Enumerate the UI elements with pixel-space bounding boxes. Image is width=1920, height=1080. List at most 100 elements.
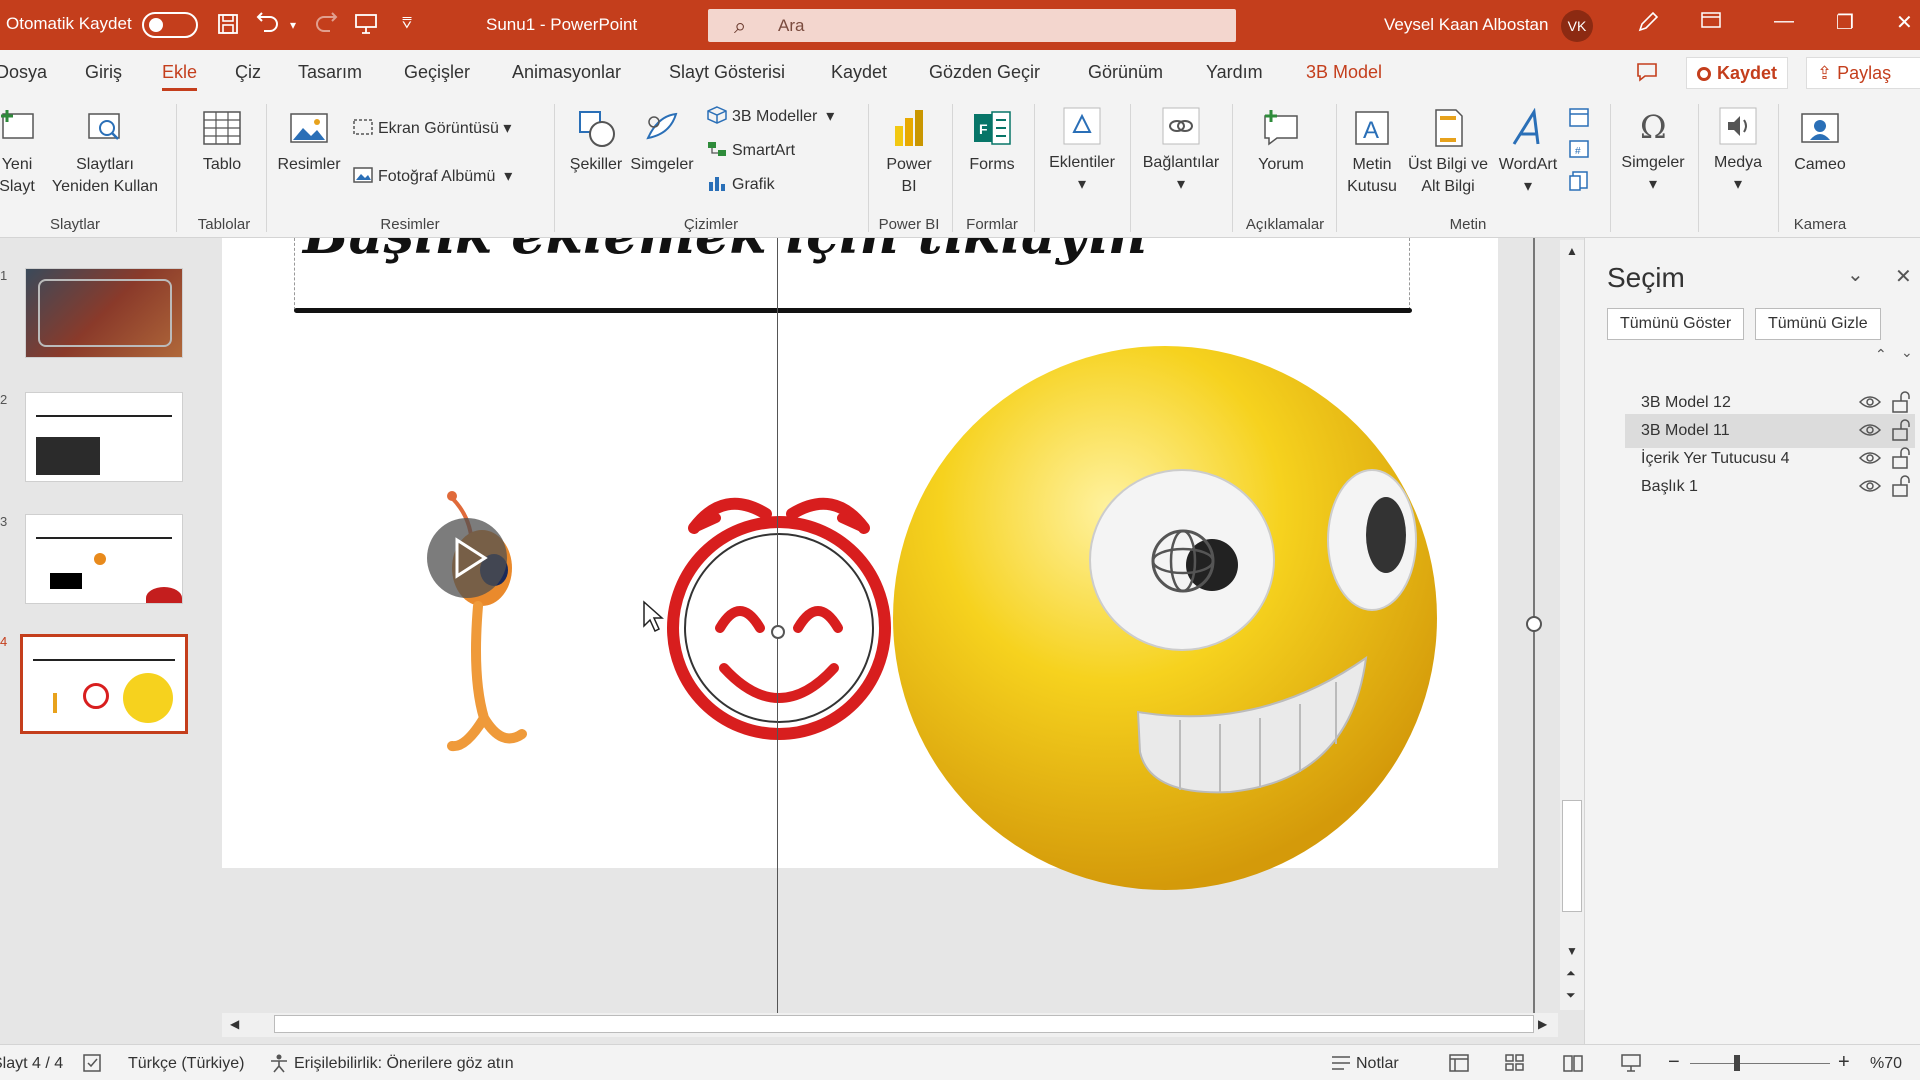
close-icon[interactable]: ✕ (1896, 10, 1913, 35)
chart-button[interactable]: Grafik (706, 174, 775, 194)
tab-insert[interactable]: Ekle (162, 62, 198, 91)
zoom-slider-thumb[interactable] (1734, 1055, 1740, 1071)
comment-button[interactable]: Yorum (1248, 108, 1314, 176)
undo-dropdown-icon[interactable]: ▾ (290, 18, 296, 32)
tab-review[interactable]: Gözden Geçir (929, 62, 1040, 83)
unlock-icon[interactable] (1891, 391, 1911, 413)
power-bi-button[interactable]: Power BI (878, 108, 940, 198)
tab-animations[interactable]: Animasyonlar (512, 62, 621, 83)
tab-slideshow[interactable]: Slayt Gösterisi (669, 62, 785, 83)
restore-icon[interactable]: ❐ (1836, 10, 1854, 35)
slide-sorter-icon[interactable] (1504, 1053, 1526, 1078)
shapes-button[interactable]: Şekiller (566, 108, 626, 176)
forms-button[interactable]: F Forms (962, 108, 1022, 176)
media-button[interactable]: Medya ▾ (1706, 106, 1770, 196)
slide-thumbnail-2[interactable] (25, 392, 183, 482)
3d-models-button[interactable]: 3B Modeller ▾ (706, 106, 834, 126)
normal-view-icon[interactable] (1448, 1053, 1470, 1078)
language-indicator[interactable]: Türkçe (Türkiye) (128, 1055, 244, 1073)
notes-button[interactable]: Notlar (1356, 1055, 1399, 1073)
autosave-toggle[interactable] (142, 12, 198, 38)
object-icon[interactable] (1568, 170, 1590, 197)
save-icon[interactable] (216, 12, 240, 42)
record-button[interactable]: Kaydet (1686, 57, 1789, 89)
photo-album-button[interactable]: Fotoğraf Albümü ▾ (352, 166, 512, 186)
cameo-button[interactable]: Cameo (1786, 108, 1854, 176)
unlock-icon[interactable] (1891, 419, 1911, 441)
notes-icon[interactable] (1330, 1053, 1352, 1078)
unlock-icon[interactable] (1891, 475, 1911, 497)
addins-button[interactable]: Eklentiler ▾ (1042, 106, 1122, 196)
show-all-button[interactable]: Tümünü Göster (1607, 308, 1745, 340)
3d-rotate-handle[interactable] (1148, 526, 1218, 596)
scroll-up-icon[interactable]: ▲ (1566, 244, 1578, 258)
zoom-slider-track[interactable] (1690, 1063, 1830, 1064)
screenshot-button[interactable]: Ekran Görüntüsü ▾ (352, 118, 511, 138)
pictures-button[interactable]: Resimler (276, 108, 342, 176)
previous-slide-icon[interactable]: ⏶ (1566, 966, 1576, 981)
icons-button[interactable]: Simgeler (628, 108, 696, 176)
spelling-check-icon[interactable] (82, 1053, 104, 1078)
smartart-button[interactable]: SmartArt (706, 140, 795, 160)
pen-icon[interactable] (1636, 10, 1660, 40)
hide-all-button[interactable]: Tümünü Gizle (1755, 308, 1881, 340)
next-slide-icon[interactable]: ⏷ (1566, 988, 1576, 1003)
header-footer-button[interactable]: Üst Bilgi ve Alt Bilgi (1406, 108, 1490, 198)
slideshow-view-icon[interactable] (1620, 1053, 1642, 1078)
zoom-out-icon[interactable]: − (1668, 1051, 1680, 1074)
selection-item-title-1[interactable]: Başlık 1 (1625, 470, 1915, 504)
bring-forward-icon[interactable]: ⌃ (1875, 346, 1887, 363)
slide-number-icon[interactable]: # (1568, 138, 1590, 165)
scroll-left-icon[interactable]: ◀ (230, 1017, 239, 1031)
reading-view-icon[interactable] (1562, 1053, 1584, 1078)
vertical-scroll-thumb[interactable] (1562, 800, 1582, 912)
zoom-in-icon[interactable]: + (1838, 1051, 1850, 1074)
scroll-right-icon[interactable]: ▶ (1538, 1017, 1547, 1031)
accessibility-icon[interactable] (268, 1053, 290, 1078)
selection-handle[interactable] (1526, 616, 1542, 632)
visibility-eye-icon[interactable] (1859, 422, 1881, 438)
start-slideshow-icon[interactable] (354, 12, 378, 42)
accessibility-status[interactable]: Erişilebilirlik: Önerilere göz atın (294, 1055, 514, 1073)
tab-design[interactable]: Tasarım (298, 62, 362, 83)
tab-record[interactable]: Kaydet (831, 62, 887, 83)
slide-thumbnail-3[interactable] (25, 514, 183, 604)
slide[interactable]: Başlık eklemek için tıklayın (222, 238, 1498, 890)
tab-home[interactable]: Giriş (85, 62, 122, 83)
tab-view[interactable]: Görünüm (1088, 62, 1163, 83)
new-slide-button[interactable]: Yeni Slayt (0, 108, 42, 198)
scroll-down-icon[interactable]: ▼ (1566, 944, 1578, 958)
pane-options-chevron-icon[interactable]: ⌄ (1847, 262, 1864, 287)
links-button[interactable]: Bağlantılar ▾ (1136, 106, 1226, 196)
3d-model-emoji[interactable] (890, 340, 1440, 900)
visibility-eye-icon[interactable] (1859, 478, 1881, 494)
symbols-button[interactable]: Ω Simgeler ▾ (1620, 106, 1686, 196)
tab-help[interactable]: Yardım (1206, 62, 1263, 83)
textbox-button[interactable]: A Metin Kutusu (1340, 108, 1404, 198)
date-time-icon[interactable] (1568, 106, 1590, 133)
search-box[interactable]: ⌕ Ara (708, 9, 1236, 42)
visibility-eye-icon[interactable] (1859, 394, 1881, 410)
tab-3d-model[interactable]: 3B Model (1306, 62, 1382, 83)
tab-draw[interactable]: Çiz (235, 62, 261, 83)
ribbon-display-icon[interactable] (1700, 10, 1722, 36)
vertical-scrollbar[interactable]: ▲ ▼ ⏶ ⏷ (1560, 240, 1584, 1010)
unlock-icon[interactable] (1891, 447, 1911, 469)
table-button[interactable]: Tablo (194, 108, 250, 176)
horizontal-scroll-thumb[interactable] (274, 1015, 1534, 1033)
tab-file[interactable]: Dosya (0, 62, 47, 83)
customize-qat-icon[interactable]: ⩢ (402, 15, 412, 33)
selection-handle[interactable] (771, 625, 785, 639)
minimize-icon[interactable]: — (1774, 10, 1794, 33)
reuse-slides-button[interactable]: Slaytları Yeniden Kullan (48, 108, 162, 198)
comments-icon[interactable] (1636, 62, 1658, 87)
visibility-eye-icon[interactable] (1859, 450, 1881, 466)
undo-icon[interactable] (256, 12, 282, 42)
zoom-level[interactable]: %70 (1870, 1055, 1902, 1073)
tab-transitions[interactable]: Geçişler (404, 62, 470, 83)
slide-thumbnail-1[interactable] (25, 268, 183, 358)
horizontal-scrollbar[interactable]: ◀ ▶ (222, 1013, 1558, 1037)
wordart-button[interactable]: WordArt ▾ (1494, 108, 1562, 198)
avatar[interactable]: VK (1561, 10, 1593, 42)
play-3d-animation-button[interactable] (427, 518, 507, 598)
